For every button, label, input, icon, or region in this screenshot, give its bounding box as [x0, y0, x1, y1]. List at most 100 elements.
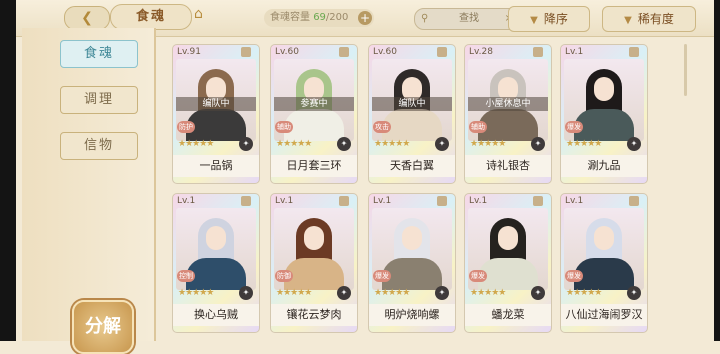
star-rating: ★★★★★: [470, 288, 506, 298]
character-robe: [186, 109, 246, 141]
star-rating: ★★★★★: [276, 139, 312, 149]
status-banner: 参赛中: [274, 97, 354, 111]
role-badge: 爆发: [373, 270, 391, 282]
grid-scrollbar[interactable]: [684, 44, 687, 96]
character-robe: [186, 258, 246, 290]
star-rating: ★★★★★: [566, 288, 602, 298]
star-rating: ★★★★★: [178, 288, 214, 298]
role-badge: 辅助: [469, 121, 487, 133]
star-rating: ★★★★★: [470, 139, 506, 149]
character-face: [594, 226, 614, 250]
search-placeholder: 查找: [459, 13, 479, 24]
sort-order-button[interactable]: ▼ 降序: [508, 6, 590, 32]
rarity-icon: [241, 196, 251, 206]
star-rating: ★★★★★: [566, 139, 602, 149]
character-robe: [382, 258, 442, 290]
level-label: Lv.1: [469, 196, 488, 206]
status-banner: 小屋休息中: [468, 97, 548, 111]
role-badge: 爆发: [565, 121, 583, 133]
pin-icon: ✦: [627, 137, 641, 151]
star-rating: ★★★★★: [276, 288, 312, 298]
level-label: Lv.1: [177, 196, 196, 206]
decompose-button[interactable]: 分解: [72, 300, 134, 354]
character-card[interactable]: Lv.28 小屋休息中 辅助 ★★★★★ ✦ 诗礼银杏: [464, 44, 552, 184]
add-capacity-button[interactable]: +: [358, 11, 372, 25]
page-title: 食魂: [110, 4, 192, 30]
character-card[interactable]: Lv.1 爆发 ★★★★★ ✦ 蟠龙菜: [464, 193, 552, 333]
rarity-icon: [339, 47, 349, 57]
sort-order-arrow-icon: ▼: [530, 15, 538, 26]
character-name: 涮九品: [561, 155, 647, 177]
character-name: 诗礼银杏: [465, 155, 551, 177]
tab-tiaoli[interactable]: 调理: [60, 86, 138, 114]
star-rating: ★★★★★: [374, 139, 410, 149]
character-robe: [382, 109, 442, 141]
character-face: [402, 226, 422, 250]
character-card[interactable]: Lv.1 防御 ★★★★★ ✦ 镶花云梦肉: [270, 193, 358, 333]
character-card[interactable]: Lv.91 编队中 防护 ★★★★★ ✦ 一品锅: [172, 44, 260, 184]
role-badge: 辅助: [275, 121, 293, 133]
capacity-max: /200: [325, 12, 349, 23]
character-card[interactable]: Lv.1 爆发 ★★★★★ ✦ 八仙过海闹罗汉: [560, 193, 648, 333]
right-bezel: [714, 0, 720, 341]
sort-rarity-button[interactable]: ▼ 稀有度: [602, 6, 696, 32]
rarity-icon: [629, 196, 639, 206]
character-robe: [478, 258, 538, 290]
character-name: 换心乌贼: [173, 304, 259, 326]
level-label: Lv.60: [373, 47, 397, 57]
pin-icon: ✦: [531, 137, 545, 151]
role-badge: 防御: [275, 270, 293, 282]
pin-icon: ✦: [239, 286, 253, 300]
character-name: 蟠龙菜: [465, 304, 551, 326]
pin-icon: ✦: [239, 137, 253, 151]
capacity-display: 食魂容量 69/200 +: [264, 9, 374, 27]
character-robe: [574, 109, 634, 141]
level-label: Lv.1: [565, 47, 584, 57]
character-face: [206, 226, 226, 250]
character-face: [498, 226, 518, 250]
pin-icon: ✦: [531, 286, 545, 300]
character-card[interactable]: Lv.1 爆发 ★★★★★ ✦ 明炉烧响螺: [368, 193, 456, 333]
rarity-icon: [533, 196, 543, 206]
character-face: [304, 226, 324, 250]
level-label: Lv.1: [373, 196, 392, 206]
character-card[interactable]: Lv.1 爆发 ★★★★★ ✦ 涮九品: [560, 44, 648, 184]
double-chevron-left-icon: ❮: [81, 10, 93, 26]
capacity-current: 69: [313, 12, 326, 23]
rarity-icon: [437, 196, 447, 206]
pin-icon: ✦: [337, 286, 351, 300]
character-name: 镶花云梦肉: [271, 304, 357, 326]
role-badge: 爆发: [469, 270, 487, 282]
tab-shihun[interactable]: 食魂: [60, 40, 138, 68]
character-card[interactable]: Lv.60 编队中 攻击 ★★★★★ ✦ 天香白翼: [368, 44, 456, 184]
character-name: 天香白翼: [369, 155, 455, 177]
house-icon[interactable]: ⌂: [194, 6, 203, 22]
search-input[interactable]: ⚲ 查找 ×: [414, 8, 520, 30]
role-badge: 控制: [177, 270, 195, 282]
level-label: Lv.60: [275, 47, 299, 57]
sort-rarity-label: 稀有度: [637, 12, 674, 26]
level-label: Lv.1: [275, 196, 294, 206]
character-robe: [574, 258, 634, 290]
character-robe: [284, 109, 344, 141]
sort-order-label: 降序: [543, 12, 568, 26]
character-name: 日月套三环: [271, 155, 357, 177]
level-label: Lv.1: [565, 196, 584, 206]
role-badge: 攻击: [373, 121, 391, 133]
pin-icon: ✦: [337, 137, 351, 151]
magnifier-icon: ⚲: [421, 13, 429, 24]
tab-xinwu[interactable]: 信物: [60, 132, 138, 160]
role-badge: 防护: [177, 121, 195, 133]
capacity-label: 食魂容量: [270, 12, 310, 23]
character-card[interactable]: Lv.60 参赛中辅助 ★★★★★ ✦ 日月套三环: [270, 44, 358, 184]
left-bezel: [0, 0, 16, 341]
pin-icon: ✦: [627, 286, 641, 300]
rarity-icon: [533, 47, 543, 57]
rarity-icon: [629, 47, 639, 57]
back-button[interactable]: ❮: [64, 6, 110, 30]
star-rating: ★★★★★: [178, 139, 214, 149]
star-rating: ★★★★★: [374, 288, 410, 298]
role-badge: 爆发: [565, 270, 583, 282]
rarity-icon: [241, 47, 251, 57]
character-card[interactable]: Lv.1 控制 ★★★★★ ✦ 换心乌贼: [172, 193, 260, 333]
